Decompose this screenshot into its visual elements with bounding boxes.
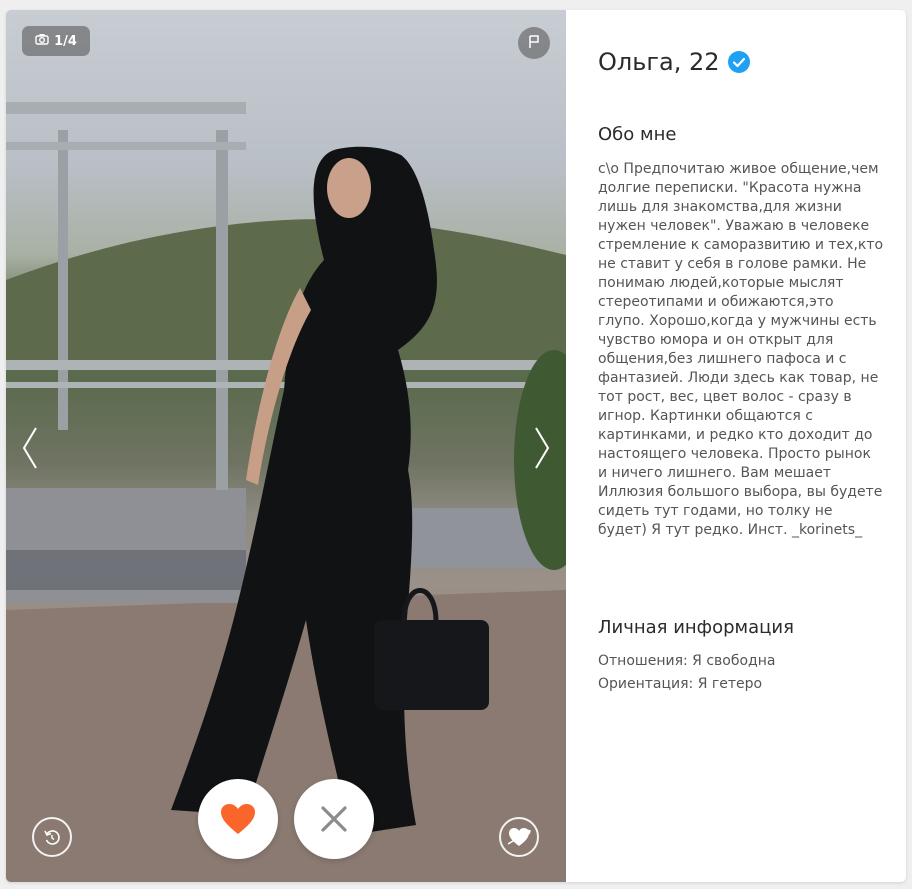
verified-check-icon bbox=[727, 51, 750, 73]
previous-photo-button[interactable] bbox=[18, 424, 42, 472]
photo-scene bbox=[6, 102, 566, 882]
name-row: Ольга, 22 bbox=[598, 48, 750, 76]
dislike-button[interactable] bbox=[294, 779, 374, 859]
about-heading: Обо мне bbox=[598, 124, 677, 145]
like-button[interactable] bbox=[198, 779, 278, 859]
personal-info-heading: Личная информация bbox=[598, 617, 794, 638]
about-text: с\о Предпочитаю живое общение,чем долгие… bbox=[598, 161, 888, 538]
superlike-button[interactable] bbox=[499, 817, 539, 857]
camera-icon bbox=[35, 33, 49, 49]
relationship-status: Отношения: Я свободна bbox=[598, 653, 776, 669]
report-flag-button[interactable] bbox=[518, 27, 550, 59]
chevron-right-icon bbox=[535, 427, 550, 469]
undo-icon bbox=[44, 830, 60, 845]
profile-photo[interactable]: 1/4 bbox=[6, 10, 566, 882]
orientation: Ориентация: Я гетеро bbox=[598, 676, 763, 692]
undo-button[interactable] bbox=[32, 817, 72, 857]
profile-card: 1/4 Ольга, 22 Обо мне с\о Предпочитаю жи… bbox=[6, 10, 906, 882]
flag-icon bbox=[528, 34, 540, 53]
close-icon bbox=[321, 806, 347, 832]
heart-arrow-icon bbox=[507, 828, 531, 846]
photo-counter: 1/4 bbox=[22, 26, 90, 56]
heart-icon bbox=[221, 804, 255, 834]
photo-counter-text: 1/4 bbox=[54, 33, 77, 49]
chevron-left-icon bbox=[22, 427, 37, 469]
profile-name-age: Ольга, 22 bbox=[598, 48, 720, 76]
next-photo-button[interactable] bbox=[530, 424, 554, 472]
